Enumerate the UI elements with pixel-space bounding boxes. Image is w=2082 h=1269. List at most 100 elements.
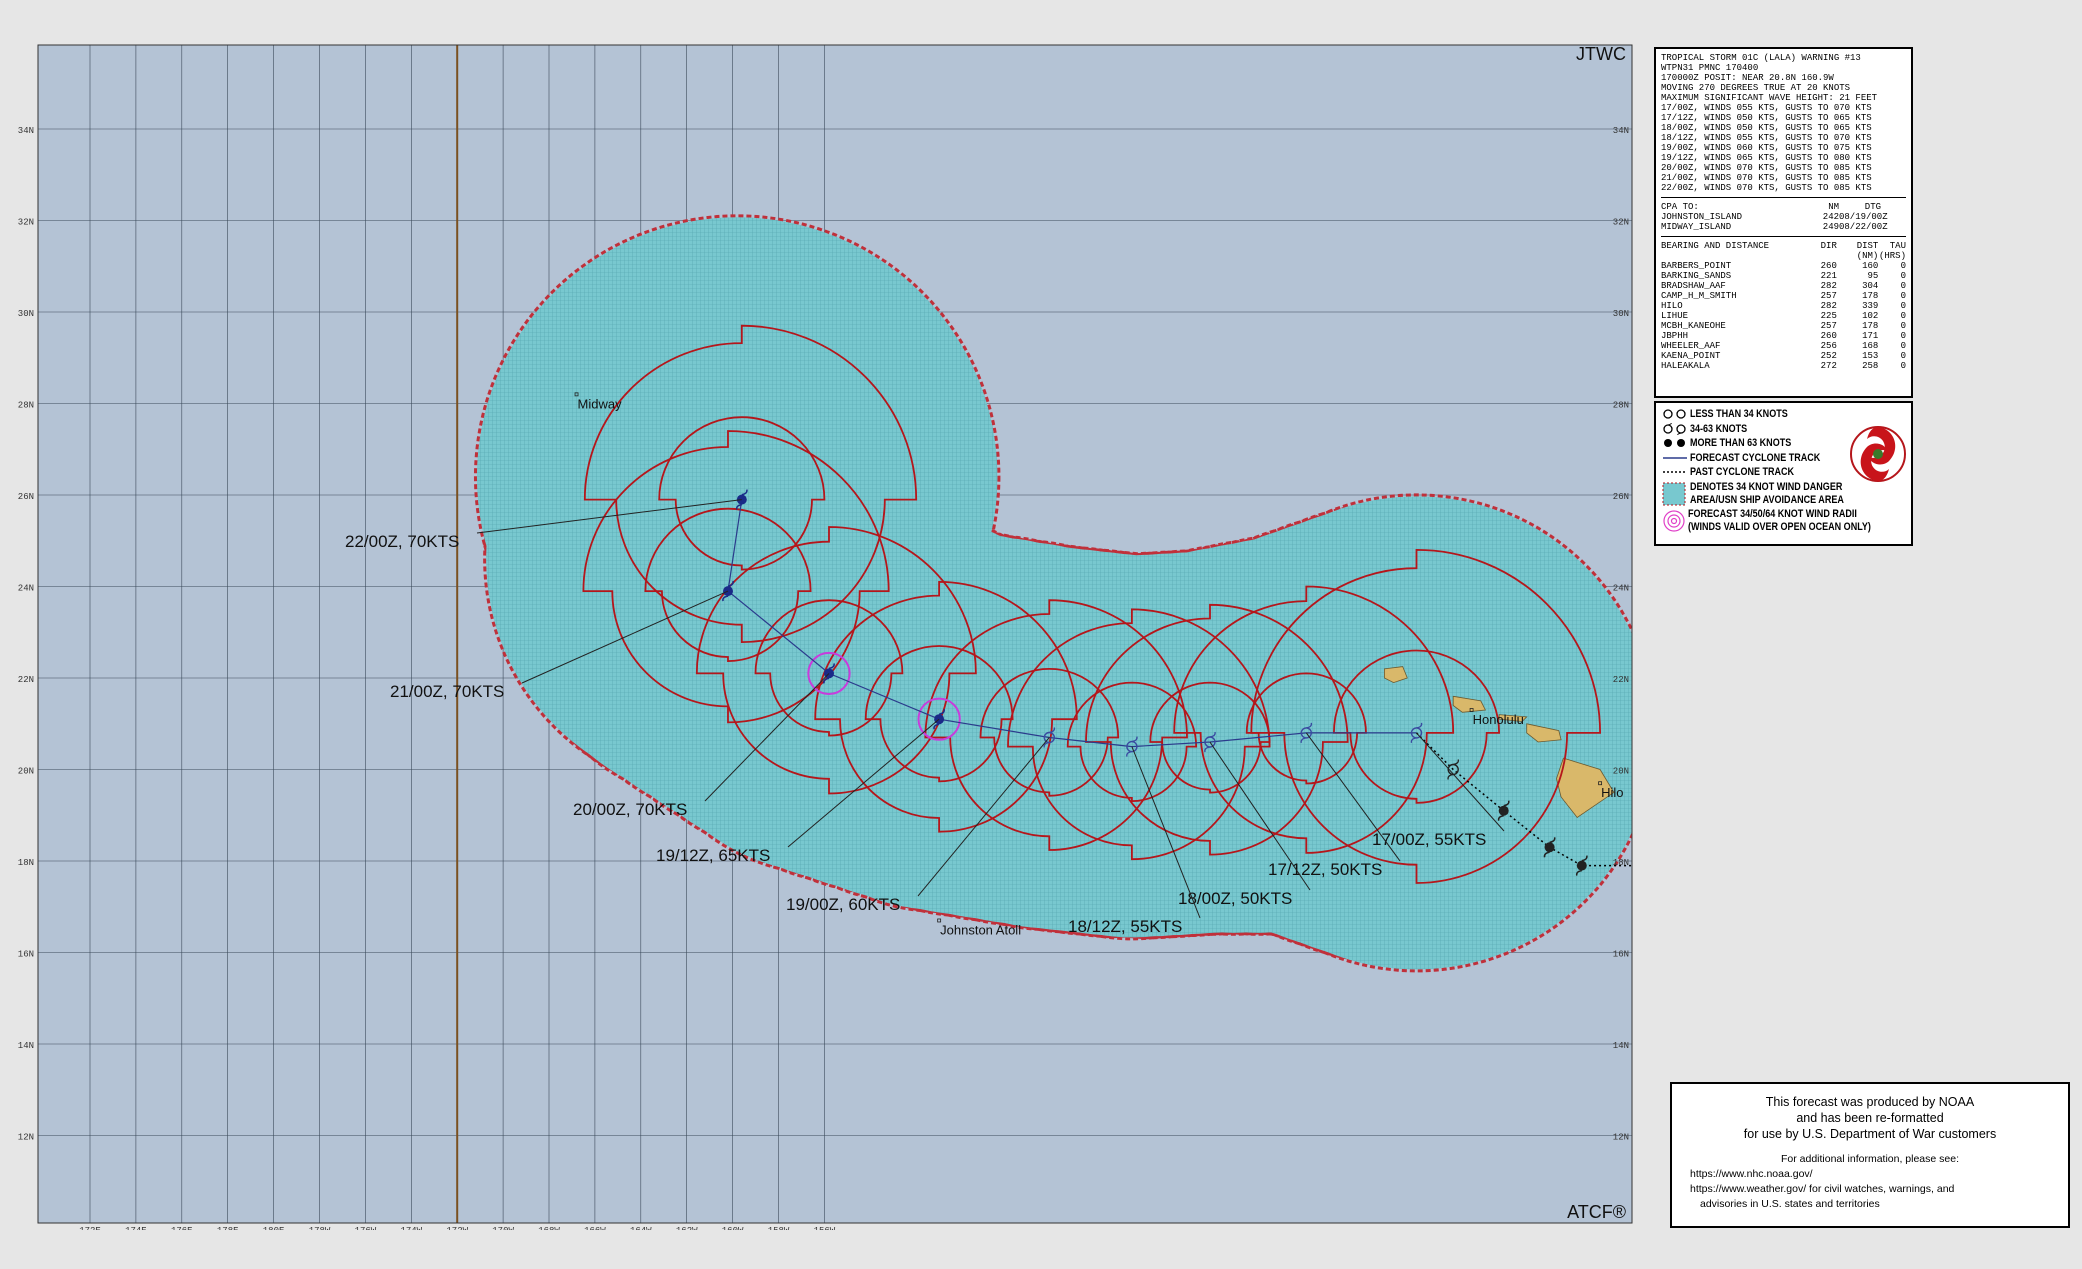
bearing-cell: 258 [1862,361,1879,371]
bearing-cell: 282 [1820,301,1837,311]
bearing-cell: 257 [1820,291,1837,301]
lon-label: 170W [492,1226,514,1230]
place-label: Honolulu [1473,712,1524,727]
bearing-unit-cell [1809,251,1837,261]
lat-label-left: 32N [18,218,34,228]
forecast-label: 18/12Z, 55KTS [1068,917,1182,936]
lat-label-left: 14N [18,1041,34,1051]
cpa-header: CPA TO: NM DTG [1661,202,1906,212]
notice-link-weather[interactable]: https://www.weather.gov/ for civil watch… [1672,1182,2068,1197]
place-label: Johnston Atoll [940,922,1021,937]
bearing-row: LIHUE 225 102 0 [1661,311,1906,321]
legend-panel: LESS THAN 34 KNOTS 34-63 KNOTS MORE THAN… [1654,401,1913,546]
bearing-cell: 0 [1900,361,1906,371]
storm-core-icon [1498,805,1509,816]
forecast-label: 17/12Z, 50KTS [1268,860,1382,879]
lon-label: 178W [309,1226,331,1230]
bearing-cell: BRADSHAW_AAF [1661,281,1726,291]
lat-label-left: 12N [18,1133,34,1143]
warning-line: 170000Z POSIT: NEAR 20.8N 160.9W [1661,73,1834,83]
bearing-cell: 221 [1820,271,1837,281]
lat-label-left: 20N [18,767,34,777]
lon-label: 172W [446,1226,468,1230]
lon-label: 162W [676,1226,698,1230]
cpa-header-cell: NM [1828,202,1839,212]
cpa-row: JOHNSTON_ISLAND 242 08/19/00Z [1661,212,1906,222]
notice-line-2: and has been re-formatted [1796,1111,1944,1125]
bearing-cell: 153 [1862,351,1879,361]
bearing-cell: WHEELER_AAF [1661,341,1721,351]
bearing-cell: KAENA_POINT [1661,351,1721,361]
bearing-cell: BARKING_SANDS [1661,271,1732,281]
bearing-header-cell: DIR [1820,241,1837,251]
bearing-cell: 95 [1867,271,1879,281]
bearing-cell: 256 [1820,341,1837,351]
cpa-cell: 242 [1822,212,1839,222]
warning-line: 21/00Z, WINDS 070 KTS, GUSTS TO 085 KTS [1661,173,1872,183]
bearing-cell: 102 [1862,311,1879,321]
lon-label: 156W [814,1226,836,1230]
bearing-cell: 257 [1820,321,1837,331]
bearing-cell: 272 [1820,361,1837,371]
bearing-cell: BARBERS_POINT [1661,261,1732,271]
lat-label-right: 34N [1613,126,1629,136]
lat-label-left: 26N [18,492,34,502]
lat-label-left: 16N [18,950,34,960]
producer-label: ATCF® [1567,1202,1626,1222]
bearing-cell: 252 [1820,351,1837,361]
lat-label-right: 24N [1613,584,1629,594]
notice-line-3: for use by U.S. Department of War custom… [1743,1127,1997,1141]
lat-label-right: 32N [1613,218,1629,228]
danger-area-swatch-icon [1662,481,1690,507]
lon-label: 158W [768,1226,790,1230]
lat-label-right: 16N [1613,950,1629,960]
bearing-header: BEARING AND DISTANCE DIR DIST TAU [1661,241,1906,251]
lat-label-right: 14N [1613,1041,1629,1051]
lon-label: 164W [630,1226,652,1230]
warning-line: WTPN31 PMNC 170400 [1661,63,1759,73]
bearing-cell: 0 [1900,261,1906,271]
bearing-unit-cell: (NM) [1856,251,1879,261]
lat-label-right: 26N [1613,492,1629,502]
warning-line: MOVING 270 DEGREES TRUE AT 20 KNOTS [1661,83,1851,93]
lat-label-right: 20N [1613,767,1629,777]
lat-label-left: 34N [18,126,34,136]
bearing-header-cell: TAU [1889,241,1906,251]
bearing-header-cell: BEARING AND DISTANCE [1661,241,1770,251]
bearing-header-cell: DIST [1856,241,1879,251]
bearing-cell: 0 [1900,341,1906,351]
bearing-unit-cell [1661,251,1809,261]
cpa-cell: MIDWAY_ISLAND [1661,222,1732,232]
bearing-row: MCBH_KANEOHE 257 178 0 [1661,321,1906,331]
cpa-header-cell: CPA TO: [1661,202,1699,212]
notice-link-nhc[interactable]: https://www.nhc.noaa.gov/ [1672,1167,2068,1182]
bearing-row: HALEAKALA 272 258 0 [1661,361,1906,371]
lon-label: 166W [584,1226,606,1230]
tropical-storm-icon [1662,422,1690,435]
bearing-cell: 0 [1900,291,1906,301]
warning-line: 20/00Z, WINDS 070 KTS, GUSTS TO 085 KTS [1661,163,1872,173]
lon-label: 174E [125,1226,147,1230]
bearing-cell: 160 [1862,261,1879,271]
lat-label-left: 30N [18,309,34,319]
bearing-cell: 260 [1820,331,1837,341]
warning-line: TROPICAL STORM 01C (LALA) WARNING #13 [1661,53,1861,63]
agency-label: JTWC [1576,44,1626,64]
bearing-cell: 0 [1900,281,1906,291]
bearing-unit-cell: (HRS) [1878,251,1906,261]
cpa-header-cell: DTG [1864,202,1881,212]
bearing-cell: 282 [1820,281,1837,291]
bearing-cell: 0 [1900,331,1906,341]
bearing-cell: 304 [1862,281,1879,291]
bearing-cell: 225 [1820,311,1837,321]
notice-link-weather-cont: advisories in U.S. states and territorie… [1700,1198,1880,1210]
bearing-row: BRADSHAW_AAF 282 304 0 [1661,281,1906,291]
lon-label: 168W [538,1226,560,1230]
forecast-label: 21/00Z, 70KTS [390,682,504,701]
lat-label-left: 22N [18,675,34,685]
bearing-units: (NM) (HRS) [1661,251,1906,261]
lat-label-right: 18N [1613,858,1629,868]
bearing-cell: JBPHH [1661,331,1689,341]
past-track-line-icon [1662,466,1690,478]
bearing-cell: 339 [1862,301,1879,311]
